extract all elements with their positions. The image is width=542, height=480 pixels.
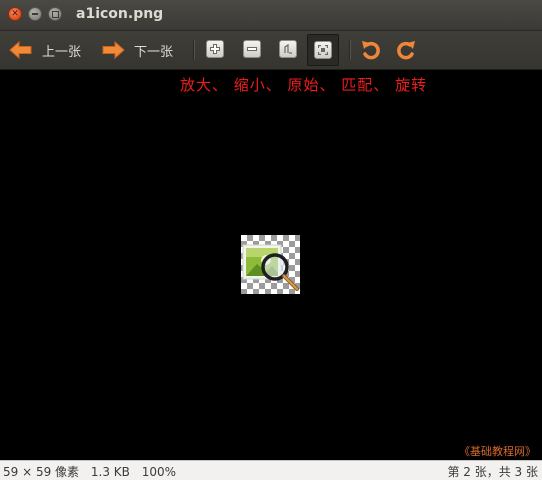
zoom-out-icon	[247, 47, 257, 51]
toolbar: 上一张 下一张	[0, 31, 542, 70]
rotate-right-button[interactable]	[394, 39, 418, 61]
window-title: a1icon.png	[76, 6, 164, 22]
rotate-right-icon	[397, 41, 415, 60]
status-bar: 59 × 59 像素 1.3 KB 100% 第 2 张，共 3 张	[0, 460, 542, 480]
status-left: 59 × 59 像素 1.3 KB 100%	[3, 463, 184, 480]
zoom-level: 100%	[141, 465, 177, 479]
annotation-text: 放大、 缩小、 原始、 匹配、 旋转	[180, 76, 428, 94]
watermark-text: 《基础教程网》	[459, 445, 536, 458]
close-window-button[interactable]: ✕	[8, 7, 22, 21]
file-size: 1.3 KB	[90, 465, 130, 479]
toolbar-separator	[349, 40, 350, 60]
minimize-window-button[interactable]	[28, 7, 42, 21]
previous-image-button[interactable]: 上一张	[8, 31, 81, 69]
fit-icon	[318, 45, 328, 55]
image-dimensions: 59 × 59 像素	[3, 465, 80, 479]
minimize-icon	[32, 13, 38, 15]
rotate-left-button[interactable]	[359, 39, 383, 61]
zoom-in-button[interactable]	[206, 40, 224, 58]
maximize-icon	[51, 10, 59, 18]
image-position: 第 2 张，共 3 张	[447, 465, 538, 479]
zoom-out-button[interactable]	[243, 40, 261, 58]
fit-button[interactable]	[314, 41, 332, 59]
maximize-window-button[interactable]	[48, 7, 62, 21]
close-icon: ✕	[11, 8, 19, 19]
original-size-button[interactable]	[279, 40, 297, 58]
image-viewer-window: ✕ a1icon.png 上一张 下一张 放大、 缩小、 原始、 匹配、 旋转 …	[0, 0, 542, 480]
zoom-in-icon	[210, 44, 220, 54]
rotate-left-icon	[362, 41, 380, 60]
next-image-label: 下一张	[134, 44, 174, 60]
original-size-icon	[284, 44, 292, 54]
fit-button-active-frame[interactable]	[307, 34, 339, 66]
previous-image-label: 上一张	[42, 44, 82, 60]
image-viewer-app-icon	[242, 244, 299, 291]
next-image-button[interactable]: 下一张	[100, 31, 173, 69]
arrow-left-icon	[9, 40, 32, 60]
title-bar: ✕ a1icon.png	[0, 0, 542, 31]
displayed-image[interactable]	[241, 235, 300, 294]
toolbar-separator	[193, 40, 194, 60]
arrow-right-icon	[102, 40, 125, 60]
